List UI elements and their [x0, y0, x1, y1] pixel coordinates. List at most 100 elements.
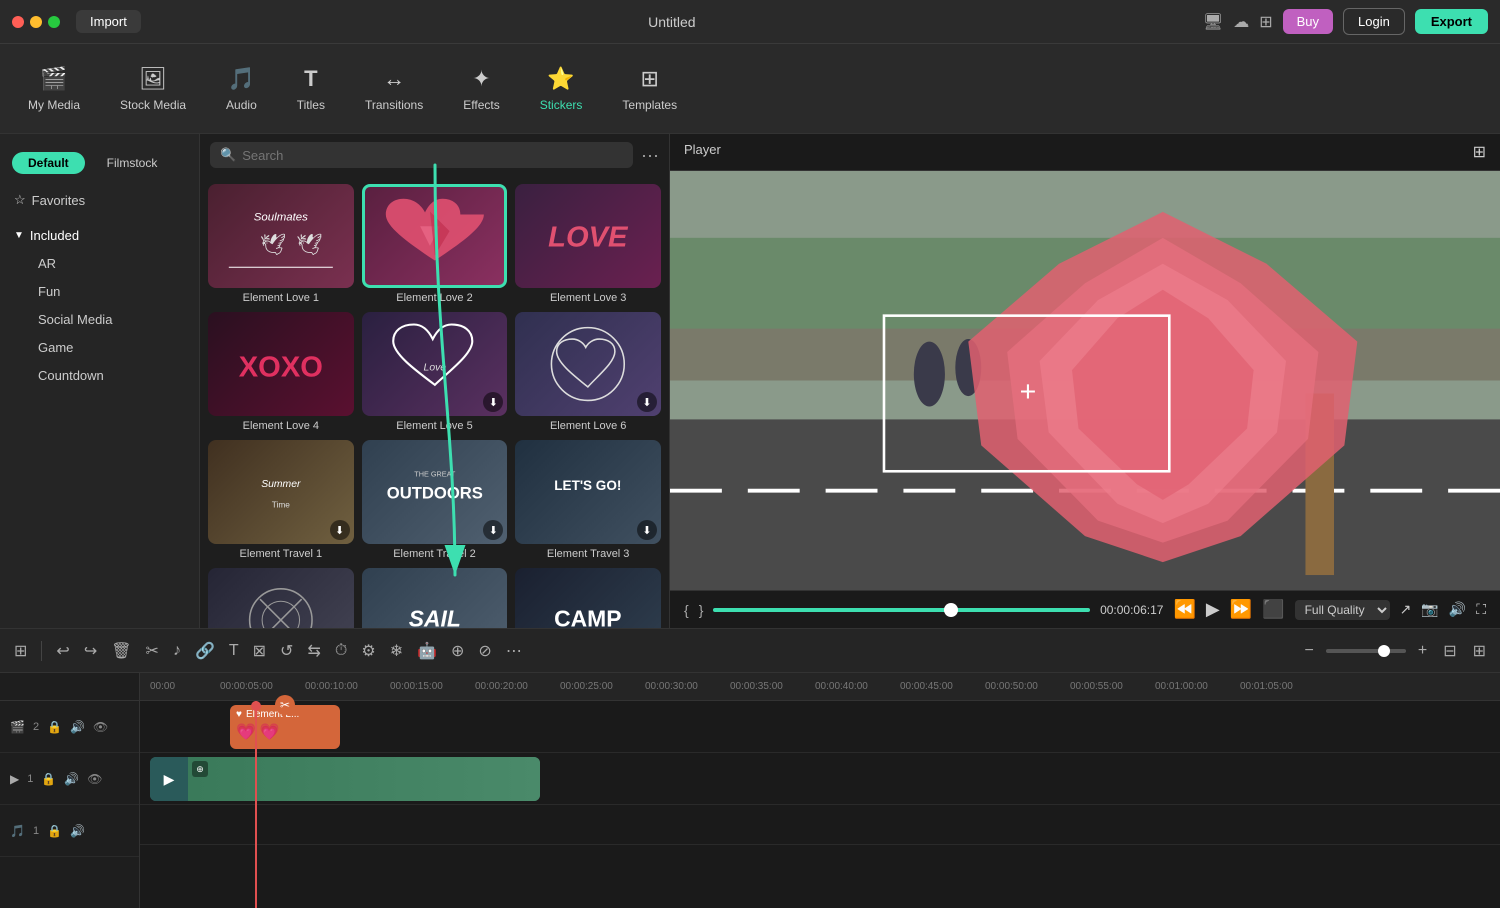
- zoom-out-icon[interactable]: −: [1301, 638, 1318, 664]
- delete-icon[interactable]: 🗑: [107, 637, 135, 665]
- ai-icon[interactable]: 🤖: [413, 637, 441, 665]
- sidebar-item-fun[interactable]: Fun: [6, 278, 193, 305]
- sidebar-favorites-section: ☆ Favorites: [0, 182, 199, 218]
- toolbar-stock-media[interactable]: 🖼 Stock Media: [102, 58, 204, 120]
- more-icon[interactable]: ⋯: [502, 637, 526, 665]
- rewind-button[interactable]: ⏪: [1173, 599, 1195, 620]
- style-tab-default[interactable]: Default: [12, 152, 85, 174]
- tracks-area: ✂ ♥ Element L... 💗 💗 ▶: [140, 701, 1500, 908]
- replace-icon[interactable]: ⊘: [474, 637, 495, 665]
- list-item[interactable]: ⬇ Element Love 6: [515, 312, 661, 432]
- svg-text:Love: Love: [423, 362, 446, 373]
- left-panel: Default Filmstock ☆ Favorites ▼ Included…: [0, 134, 670, 628]
- grid-icon[interactable]: ⊞: [1259, 12, 1272, 32]
- fast-forward-button[interactable]: ⏩: [1230, 599, 1252, 620]
- track-1-vol-icon[interactable]: 🔊: [64, 772, 79, 786]
- screenshot-button[interactable]: 📷: [1421, 601, 1438, 618]
- fullscreen-button[interactable]: ⛶: [1476, 601, 1486, 618]
- list-item[interactable]: ⬇ Element Travel 4: [208, 568, 354, 628]
- track-1-eye-icon[interactable]: 👁: [87, 772, 102, 786]
- play-button[interactable]: ▶: [1206, 599, 1220, 620]
- import-button[interactable]: Import: [76, 10, 141, 33]
- player-expand-icon[interactable]: ⊞: [1473, 142, 1486, 162]
- bracket-right-icon[interactable]: }: [699, 602, 704, 618]
- audio-lock-icon[interactable]: 🔒: [47, 824, 62, 838]
- sidebar-item-ar[interactable]: AR: [6, 250, 193, 277]
- quality-select[interactable]: Full Quality Half Quality: [1295, 600, 1390, 620]
- close-button[interactable]: [12, 16, 24, 28]
- login-button[interactable]: Login: [1343, 8, 1405, 35]
- flip-icon[interactable]: ⇆: [303, 637, 324, 665]
- crop-icon[interactable]: ⊠: [249, 637, 270, 665]
- titles-label: Titles: [297, 98, 325, 112]
- zoom-slider[interactable]: [1326, 649, 1406, 653]
- search-input[interactable]: [242, 148, 623, 163]
- maximize-button[interactable]: [48, 16, 60, 28]
- export-frame-button[interactable]: ↗: [1400, 601, 1412, 618]
- sidebar-item-social-media[interactable]: Social Media: [6, 306, 193, 333]
- toolbar-effects[interactable]: ✦ Effects: [445, 58, 517, 120]
- progress-bar[interactable]: [713, 608, 1090, 612]
- display-icon[interactable]: 🖥: [1203, 12, 1223, 32]
- sidebar: Default Filmstock ☆ Favorites ▼ Included…: [0, 134, 200, 628]
- list-item[interactable]: Soulmates 🕊 🕊 Element Love 1: [208, 184, 354, 304]
- toolbar-my-media[interactable]: 🎬 My Media: [10, 58, 98, 120]
- sidebar-favorites[interactable]: ☆ Favorites: [0, 186, 199, 214]
- cloud-icon[interactable]: ☁: [1233, 12, 1249, 32]
- list-item[interactable]: CAMP ⬇ Element Travel 6: [515, 568, 661, 628]
- bracket-left-icon[interactable]: {: [684, 602, 689, 618]
- sidebar-item-countdown[interactable]: Countdown: [6, 362, 193, 389]
- frame-button[interactable]: ⬛: [1262, 599, 1284, 620]
- audio-vol-icon[interactable]: 🔊: [70, 824, 85, 838]
- toolbar-audio[interactable]: 🎵 Audio: [208, 58, 275, 120]
- track-1-lock-icon[interactable]: 🔒: [41, 772, 56, 786]
- list-item[interactable]: XOXO Element Love 4: [208, 312, 354, 432]
- more-options-button[interactable]: ···: [641, 145, 659, 166]
- expand-icon[interactable]: ⊞: [1469, 637, 1490, 665]
- track-2-eye-icon[interactable]: 👁: [93, 720, 108, 734]
- sidebar-included-header[interactable]: ▼ Included: [0, 222, 199, 249]
- undo-icon[interactable]: ↩: [52, 637, 73, 665]
- minimize-button[interactable]: [30, 16, 42, 28]
- rotate-icon[interactable]: ↺: [276, 637, 297, 665]
- favorites-label: Favorites: [32, 193, 85, 208]
- stabilize-icon[interactable]: ⊕: [447, 637, 468, 665]
- buy-button[interactable]: Buy: [1283, 9, 1333, 34]
- list-item[interactable]: Summer Time ⬇ Element Travel 1: [208, 440, 354, 560]
- list-item[interactable]: Love ⬇ Element Love 5: [362, 312, 508, 432]
- svg-text:LOVE: LOVE: [549, 221, 630, 253]
- list-item[interactable]: LET'S GO! ⬇ Element Travel 3: [515, 440, 661, 560]
- playhead[interactable]: [255, 701, 257, 908]
- zoom-in-icon[interactable]: +: [1414, 638, 1431, 664]
- toolbar-titles[interactable]: T Titles: [279, 58, 343, 120]
- export-button[interactable]: Export: [1415, 9, 1488, 34]
- track-2-vol-icon[interactable]: 🔊: [70, 720, 85, 734]
- main-content: Default Filmstock ☆ Favorites ▼ Included…: [0, 134, 1500, 628]
- layout-icon[interactable]: ⊞: [10, 637, 31, 665]
- thumb-content-10: [208, 568, 354, 628]
- audio-detach-icon[interactable]: ♪: [169, 638, 185, 664]
- redo-icon[interactable]: ↪: [80, 637, 101, 665]
- cut-icon[interactable]: ✂: [142, 637, 163, 665]
- style-tab-filmstock[interactable]: Filmstock: [91, 152, 174, 174]
- speed-icon[interactable]: ⏱: [331, 638, 351, 664]
- list-item[interactable]: SAIL ⬇ Element Travel 5: [362, 568, 508, 628]
- list-item[interactable]: THE GREAT OUTDOORS ⬇ Element Travel 2: [362, 440, 508, 560]
- sidebar-item-game[interactable]: Game: [6, 334, 193, 361]
- transitions-label: Transitions: [365, 98, 423, 112]
- grid-layout-icon[interactable]: ⊟: [1439, 637, 1460, 665]
- templates-label: Templates: [622, 98, 677, 112]
- link-icon[interactable]: 🔗: [191, 637, 219, 665]
- sticker-track-element[interactable]: ✂ ♥ Element L... 💗 💗: [230, 705, 340, 749]
- toolbar-transitions[interactable]: ↔ Transitions: [347, 58, 441, 120]
- toolbar-stickers[interactable]: ⭐ Stickers: [522, 58, 601, 120]
- list-item[interactable]: Element Love 2: [362, 184, 508, 304]
- track-2-lock-icon[interactable]: 🔒: [47, 720, 62, 734]
- list-item[interactable]: LOVE Element Love 3: [515, 184, 661, 304]
- toolbar-templates[interactable]: ⊞ Templates: [604, 58, 695, 120]
- freeze-icon[interactable]: ❄: [386, 637, 407, 665]
- color-icon[interactable]: ⚙: [357, 637, 379, 665]
- text-icon[interactable]: T: [225, 638, 243, 664]
- volume-button[interactable]: 🔊: [1449, 601, 1466, 618]
- video-track-element[interactable]: ▶ ⊕: [150, 757, 540, 801]
